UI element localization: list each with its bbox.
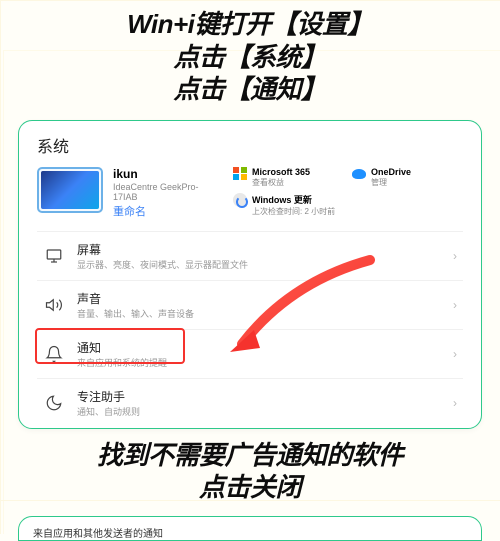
panel-title: 系统 (37, 133, 463, 157)
tile-title: Microsoft 365 (252, 167, 310, 177)
tile-windows-update[interactable]: Windows 更新 上次检查时间: 2 小时前 (233, 193, 463, 219)
moon-icon (43, 392, 65, 414)
row-notifications[interactable]: 通知 来自应用和系统的提醒 › (37, 329, 463, 378)
system-header: ikun IdeaCentre GeekPro-17IAB 重命名 Micros… (37, 167, 463, 219)
rename-link[interactable]: 重命名 (113, 203, 223, 219)
microsoft-icon (233, 167, 247, 181)
row-title: 声音 (77, 290, 453, 307)
instruction-top: Win+i键打开【设置】 点击【系统】 点击【通知】 (18, 8, 482, 106)
chevron-right-icon: › (453, 249, 457, 263)
row-title: 专注助手 (77, 388, 453, 405)
desktop-thumbnail[interactable] (37, 167, 103, 213)
instr-line: 点击【通知】 (18, 73, 482, 106)
tile-title: OneDrive (371, 167, 411, 177)
instr-line: 点击关闭 (18, 471, 482, 504)
chevron-right-icon: › (453, 298, 457, 312)
settings-notifications-panel: 来自应用和其他发送者的通知 (18, 516, 482, 541)
pc-model: IdeaCentre GeekPro-17IAB (113, 182, 223, 202)
row-display[interactable]: 屏幕 显示器、亮度、夜间模式、显示器配置文件 › (37, 231, 463, 280)
panel-text: 来自应用和其他发送者的通知 (33, 525, 467, 540)
chevron-right-icon: › (453, 347, 457, 361)
tile-onedrive[interactable]: OneDrive 管理 (352, 167, 463, 190)
row-title: 屏幕 (77, 241, 453, 258)
instr-line: 找到不需要广告通知的软件 (18, 439, 482, 472)
onedrive-icon (352, 169, 366, 179)
tile-sub: 查看权益 (252, 177, 310, 188)
tile-title: Windows 更新 (252, 193, 335, 206)
tile-microsoft365[interactable]: Microsoft 365 查看权益 (233, 167, 344, 190)
settings-system-panel: 系统 ikun IdeaCentre GeekPro-17IAB 重命名 Mic… (18, 120, 482, 429)
update-icon (233, 193, 247, 207)
pc-info: ikun IdeaCentre GeekPro-17IAB 重命名 (113, 167, 223, 219)
status-tiles: Microsoft 365 查看权益 OneDrive 管理 Windows 更… (233, 167, 463, 219)
row-sound[interactable]: 声音 音量、输出、输入、声音设备 › (37, 280, 463, 329)
tile-sub: 管理 (371, 177, 411, 188)
chevron-right-icon: › (453, 396, 457, 410)
row-sub: 显示器、亮度、夜间模式、显示器配置文件 (77, 258, 453, 271)
row-sub: 通知、自动规则 (77, 405, 453, 418)
instr-line: 点击【系统】 (18, 41, 482, 74)
row-focus-assist[interactable]: 专注助手 通知、自动规则 › (37, 378, 463, 420)
instr-line: Win+i键打开【设置】 (18, 8, 482, 41)
highlight-box (35, 328, 185, 364)
speaker-icon (43, 294, 65, 316)
settings-list: 屏幕 显示器、亮度、夜间模式、显示器配置文件 › 声音 音量、输出、输入、声音设… (37, 231, 463, 420)
pc-name: ikun (113, 167, 223, 181)
wallpaper-preview (41, 171, 99, 209)
tile-sub: 上次检查时间: 2 小时前 (252, 206, 335, 217)
instruction-bottom: 找到不需要广告通知的软件 点击关闭 (18, 439, 482, 504)
monitor-icon (43, 245, 65, 267)
row-sub: 音量、输出、输入、声音设备 (77, 307, 453, 320)
